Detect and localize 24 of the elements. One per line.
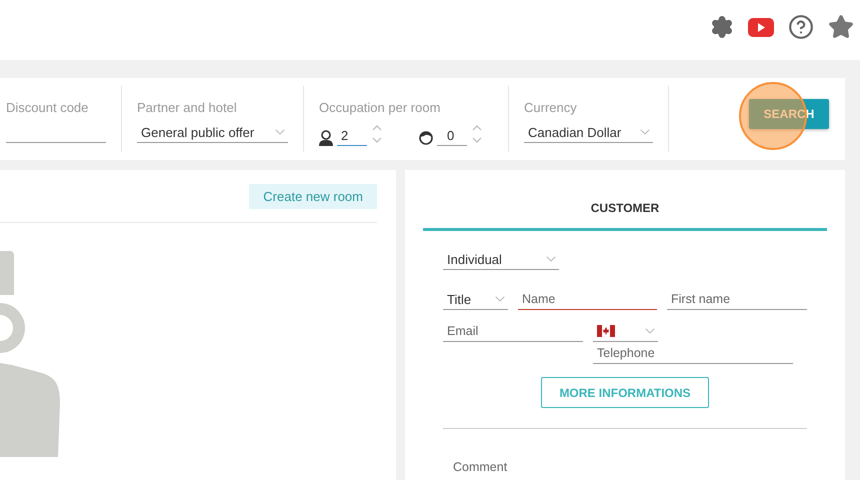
customer-tab[interactable]: CUSTOMER [423, 170, 827, 231]
select-field[interactable]: Title [443, 289, 508, 310]
person-silhouette-icon [0, 251, 62, 457]
number-field[interactable]: 2 [337, 125, 367, 146]
input-field[interactable]: Telephone [593, 342, 793, 364]
select-field[interactable]: General public offer [137, 122, 288, 143]
field-label: Occupation per room [319, 100, 442, 115]
child-icon [419, 130, 433, 146]
star-icon[interactable] [828, 14, 854, 40]
video-play-icon[interactable] [748, 18, 774, 36]
field-label: Discount code [6, 100, 90, 115]
number-field[interactable]: 0 [437, 125, 467, 146]
settings-icon[interactable] [710, 15, 734, 39]
select-field[interactable]: Individual [443, 249, 559, 270]
comment-field[interactable]: Comment [449, 459, 649, 475]
help-icon[interactable] [788, 14, 814, 40]
field-label: Currency [524, 100, 578, 115]
input-field[interactable]: Email [443, 320, 583, 342]
field-label: Partner and hotel [137, 100, 238, 115]
canada-flag-icon [597, 325, 615, 337]
adult-icon [319, 130, 333, 146]
select-field[interactable]: Canadian Dollar [524, 122, 653, 143]
input-field[interactable]: First name [667, 288, 807, 310]
input-field[interactable]: Name [518, 288, 657, 310]
